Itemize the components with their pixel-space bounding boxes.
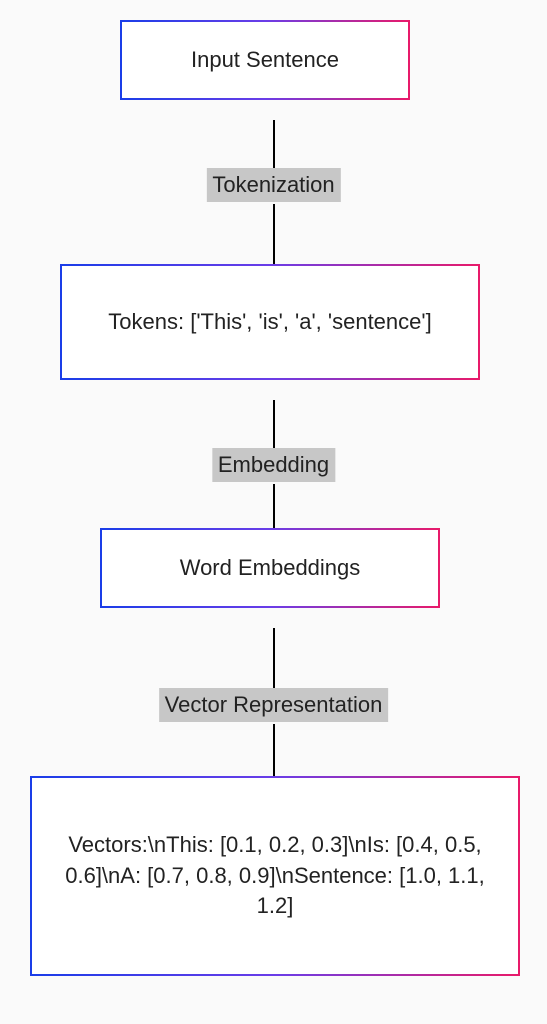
edge-line bbox=[273, 724, 275, 782]
node-label: Tokens: ['This', 'is', 'a', 'sentence'] bbox=[108, 307, 431, 338]
edge-line bbox=[273, 400, 275, 448]
edge-label: Embedding bbox=[212, 448, 335, 482]
edge-label: Vector Representation bbox=[159, 688, 389, 722]
node-label: Vectors:\nThis: [0.1, 0.2, 0.3]\nIs: [0.… bbox=[44, 830, 506, 922]
flow-diagram: Input Sentence Tokenization Tokens: ['Th… bbox=[0, 0, 547, 1024]
node-label: Word Embeddings bbox=[180, 553, 361, 584]
edge-line bbox=[273, 484, 275, 534]
node-tokens: Tokens: ['This', 'is', 'a', 'sentence'] bbox=[60, 264, 480, 380]
edge-label: Tokenization bbox=[206, 168, 340, 202]
node-vectors: Vectors:\nThis: [0.1, 0.2, 0.3]\nIs: [0.… bbox=[30, 776, 520, 976]
edge-line bbox=[273, 204, 275, 270]
node-word-embeddings: Word Embeddings bbox=[100, 528, 440, 608]
edge-line bbox=[273, 628, 275, 688]
edge-line bbox=[273, 120, 275, 168]
node-label: Input Sentence bbox=[191, 45, 339, 76]
node-input-sentence: Input Sentence bbox=[120, 20, 410, 100]
